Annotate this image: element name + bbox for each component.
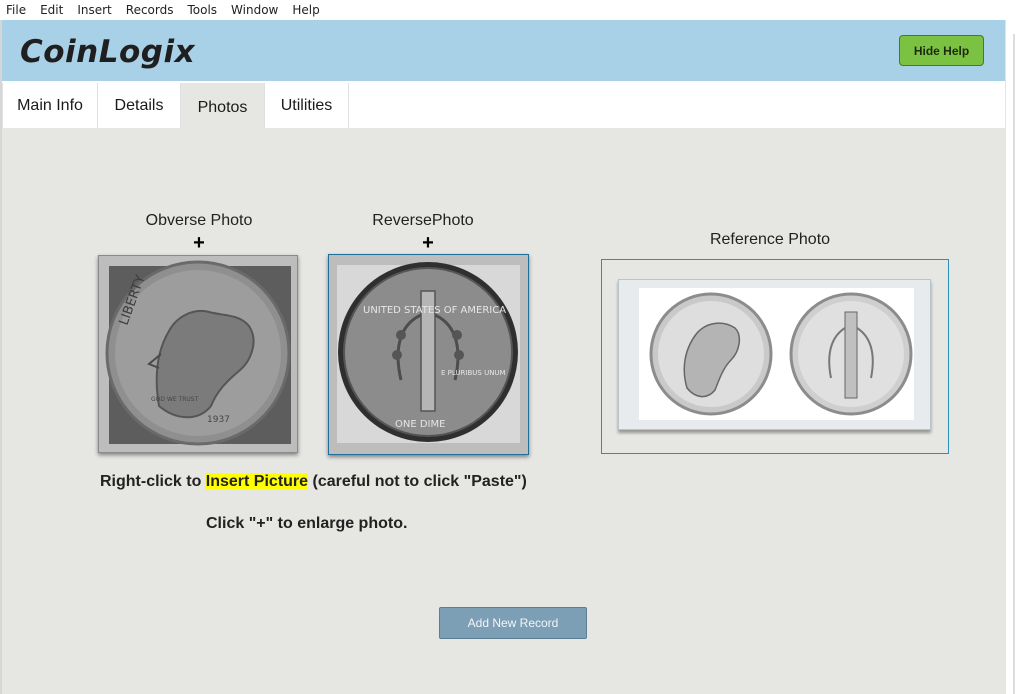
instruction-suffix: (careful not to click "Paste") bbox=[308, 473, 527, 490]
coin-inscription: GOD WE TRUST bbox=[151, 396, 199, 403]
insert-picture-highlight: Insert Picture bbox=[205, 473, 309, 490]
menu-file[interactable]: File bbox=[0, 0, 33, 20]
reference-photo-label: Reference Photo bbox=[709, 231, 831, 248]
add-new-record-button[interactable]: Add New Record bbox=[439, 607, 587, 639]
scrollbar-track[interactable] bbox=[1013, 34, 1015, 694]
tab-label: Main Info bbox=[17, 96, 83, 114]
coin-date: 1937 bbox=[207, 415, 230, 425]
app-logo: CoinLogix bbox=[20, 34, 196, 70]
coin-inscription: E PLURIBUS UNUM bbox=[441, 369, 506, 377]
menu-help[interactable]: Help bbox=[285, 0, 326, 20]
app-header: CoinLogix Hide Help bbox=[2, 20, 1005, 81]
obverse-coin-image: LIBERTY GOD WE TRUST 1937 bbox=[105, 260, 291, 446]
tab-bar: Main Info Details Photos Utilities bbox=[2, 81, 1005, 129]
tab-utilities[interactable]: Utilities bbox=[265, 83, 349, 128]
reverse-photo-label: ReversePhoto bbox=[372, 212, 474, 229]
reverse-photo[interactable]: UNITED STATES OF AMERICA E PLURIBUS UNUM… bbox=[328, 254, 529, 455]
tab-label: Details bbox=[114, 96, 164, 114]
reference-photo bbox=[639, 288, 914, 420]
reverse-coin-image: UNITED STATES OF AMERICA E PLURIBUS UNUM… bbox=[337, 262, 520, 443]
menu-tools[interactable]: Tools bbox=[180, 0, 224, 20]
menu-window[interactable]: Window bbox=[224, 0, 285, 20]
menu-edit[interactable]: Edit bbox=[33, 0, 70, 20]
obverse-photo[interactable]: LIBERTY GOD WE TRUST 1937 bbox=[98, 255, 298, 453]
reference-photo-card bbox=[618, 279, 931, 430]
insert-picture-instruction: Right-click to Insert Picture (careful n… bbox=[100, 473, 527, 491]
reference-coins-image bbox=[649, 292, 913, 416]
enlarge-photo-instruction: Click "+" to enlarge photo. bbox=[206, 515, 408, 532]
menu-insert[interactable]: Insert bbox=[70, 0, 118, 20]
hide-help-button[interactable]: Hide Help bbox=[899, 35, 984, 66]
tab-label: Photos bbox=[197, 99, 248, 116]
menu-records[interactable]: Records bbox=[119, 0, 181, 20]
tab-main-info[interactable]: Main Info bbox=[2, 83, 98, 128]
tab-details[interactable]: Details bbox=[98, 83, 181, 128]
coin-inscription: ONE DIME bbox=[395, 419, 445, 430]
tab-label: Utilities bbox=[280, 96, 333, 114]
obverse-photo-label: Obverse Photo bbox=[145, 212, 253, 229]
vertical-scrollbar[interactable] bbox=[1005, 20, 1017, 694]
instruction-prefix: Right-click to bbox=[100, 473, 206, 490]
obverse-enlarge-plus[interactable]: + bbox=[189, 233, 209, 253]
photos-panel: Obverse Photo + LIBERTY GOD WE TRUST 193… bbox=[2, 128, 1005, 694]
menu-bar: File Edit Insert Records Tools Window He… bbox=[0, 0, 1017, 20]
reference-photo-container[interactable] bbox=[601, 259, 949, 454]
tab-photos[interactable]: Photos bbox=[181, 83, 265, 129]
reverse-enlarge-plus[interactable]: + bbox=[418, 233, 438, 253]
coin-inscription: UNITED STATES OF AMERICA bbox=[363, 305, 506, 316]
